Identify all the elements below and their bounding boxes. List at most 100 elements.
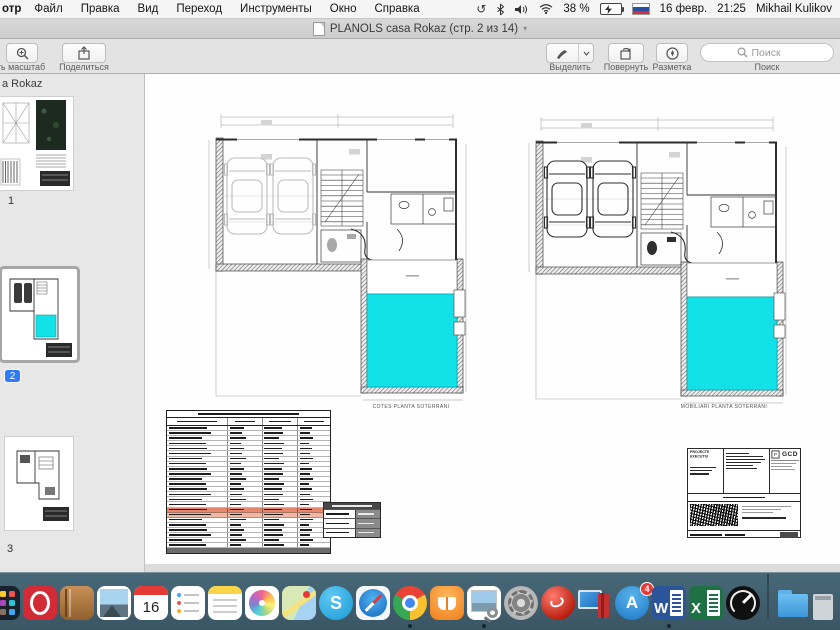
summary-table — [323, 502, 381, 538]
share-button[interactable] — [62, 43, 106, 63]
titleblock-logo: GCD — [782, 451, 798, 458]
area-table-header — [167, 418, 330, 426]
titleblock-sheet-number-box — [780, 532, 798, 538]
plan-caption-left: COTES PLANTA SOTERRANI — [372, 404, 450, 410]
parallels-icon[interactable] — [578, 586, 612, 620]
menu-edit[interactable]: Правка — [81, 3, 120, 15]
notes-icon[interactable] — [208, 586, 242, 620]
preview-icon[interactable] — [467, 586, 501, 628]
opera-icon[interactable] — [23, 586, 57, 620]
reminders-icon[interactable] — [171, 586, 205, 620]
document-viewport[interactable]: COTES PLANTA SOTERRANI MOBILIARI PLANTA … — [145, 74, 840, 572]
thumbnail-sidebar: a Rokaz 1 2 3 — [0, 74, 145, 572]
area-table-body — [167, 426, 330, 549]
floor-plan-basement-furniture — [521, 107, 791, 407]
summary-table-row — [324, 509, 380, 519]
rotate-icon — [620, 47, 631, 60]
wifi-icon[interactable] — [539, 4, 553, 14]
page-thumbnail-2-selected[interactable] — [2, 269, 77, 360]
applications-folder-icon[interactable] — [776, 586, 810, 620]
menu-clock[interactable]: 21:25 — [717, 3, 746, 15]
menu-view[interactable]: Вид — [138, 3, 159, 15]
menu-help[interactable]: Справка — [375, 3, 420, 15]
bluetooth-icon[interactable] — [496, 3, 505, 16]
menu-tools[interactable]: Инструменты — [240, 3, 312, 15]
page-thumbnail-1[interactable] — [0, 97, 73, 190]
rotate-button[interactable] — [608, 43, 644, 63]
zoom-label: ть масштаб — [0, 62, 46, 72]
titleblock-sheet-letter: P — [771, 450, 780, 459]
time-machine-icon[interactable]: ↺ — [476, 2, 486, 16]
markup-button[interactable] — [656, 43, 688, 63]
titleblock-footer — [688, 531, 800, 539]
battery-icon[interactable] — [599, 3, 624, 15]
markup-label: Разметка — [652, 62, 692, 72]
minimized-window-icon[interactable] — [813, 594, 833, 620]
maps-icon[interactable] — [282, 586, 316, 620]
calendar-icon[interactable]: 16 — [134, 586, 168, 620]
toolbar: ть масштаб Поделиться Выделить Повернуть… — [0, 39, 840, 74]
summary-table-body — [324, 509, 380, 537]
launchpad-icon[interactable] — [0, 586, 20, 620]
battery-percent[interactable]: 38 % — [563, 3, 589, 15]
select-dropdown-chevron-icon[interactable] — [578, 44, 593, 62]
floor-plan-basement-dimensions — [201, 104, 471, 404]
system-preferences-icon[interactable] — [504, 586, 538, 620]
thumbnail-3-drawing — [16, 450, 69, 521]
area-table-title — [167, 411, 330, 418]
select-button[interactable] — [546, 43, 594, 63]
thumbnail-2-drawing — [9, 278, 72, 357]
menu-date[interactable]: 16 февр. — [660, 3, 708, 15]
title-block: PROJECTE EXECUTIU P GCD — [687, 448, 801, 538]
red-app-icon[interactable] — [541, 586, 575, 620]
word-icon[interactable]: W — [652, 586, 686, 628]
summary-table-row — [324, 527, 380, 537]
app-menu-partial[interactable]: отр — [2, 3, 21, 15]
signature-stamp — [690, 504, 738, 526]
russian-flag-icon[interactable] — [631, 3, 650, 15]
ibooks-icon[interactable] — [430, 586, 464, 620]
picture-icon[interactable] — [97, 586, 131, 620]
area-table — [166, 410, 331, 555]
menu-go[interactable]: Переход — [176, 3, 222, 15]
app-store-icon[interactable]: A 4 — [615, 582, 654, 620]
contacts-icon[interactable] — [60, 586, 94, 620]
window-title-bar[interactable]: PLANOLS casa Rokaz (стр. 2 из 14) ▾ — [0, 19, 840, 39]
titleblock-project-title: PROJECTE EXECUTIU — [690, 450, 710, 459]
rotate-label: Повернуть — [603, 62, 649, 72]
user-menu[interactable]: Mikhail Kulikov — [756, 3, 832, 15]
page-number-3: 3 — [7, 543, 14, 555]
share-icon — [78, 46, 90, 60]
skype-icon[interactable]: S — [319, 586, 353, 620]
select-label: Выделить — [549, 62, 591, 72]
dock: 16 S A 4 W X — [0, 572, 840, 630]
page-number-1: 1 — [8, 195, 15, 207]
dock-separator — [767, 574, 769, 620]
search-input[interactable] — [751, 46, 798, 59]
volume-icon[interactable] — [515, 4, 529, 15]
search-label: Поиск — [754, 62, 780, 72]
page-number-2-badge: 2 — [4, 369, 21, 383]
calendar-red-header — [134, 586, 168, 595]
photos-icon[interactable] — [245, 586, 279, 620]
title-chevron-icon[interactable]: ▾ — [523, 24, 527, 33]
search-field[interactable] — [700, 43, 834, 62]
speed-gauge-icon[interactable] — [726, 586, 760, 620]
plan-caption-right: MOBILIARI PLANTA SOTERRANI — [680, 404, 768, 410]
safari-icon[interactable] — [356, 586, 390, 620]
zoom-button[interactable] — [6, 43, 38, 63]
calendar-day: 16 — [142, 599, 160, 616]
page-thumbnail-3[interactable] — [5, 437, 73, 530]
screen: отр Файл Правка Вид Переход Инструменты … — [0, 0, 840, 630]
menu-bar: отр Файл Правка Вид Переход Инструменты … — [0, 0, 840, 19]
menu-file[interactable]: Файл — [34, 3, 62, 15]
excel-icon[interactable]: X — [689, 586, 723, 620]
document-icon — [312, 21, 325, 36]
menu-window[interactable]: Окно — [330, 3, 357, 15]
pdf-page: COTES PLANTA SOTERRANI MOBILIARI PLANTA … — [145, 74, 840, 564]
titleblock-band — [688, 494, 800, 502]
pen-icon — [557, 49, 567, 59]
chrome-icon[interactable] — [393, 586, 427, 628]
status-area: ↺ 38 % 16 февр. 21:25 Mikhail Kulikov — [476, 2, 832, 16]
sidebar-header: a Rokaz — [2, 78, 43, 90]
